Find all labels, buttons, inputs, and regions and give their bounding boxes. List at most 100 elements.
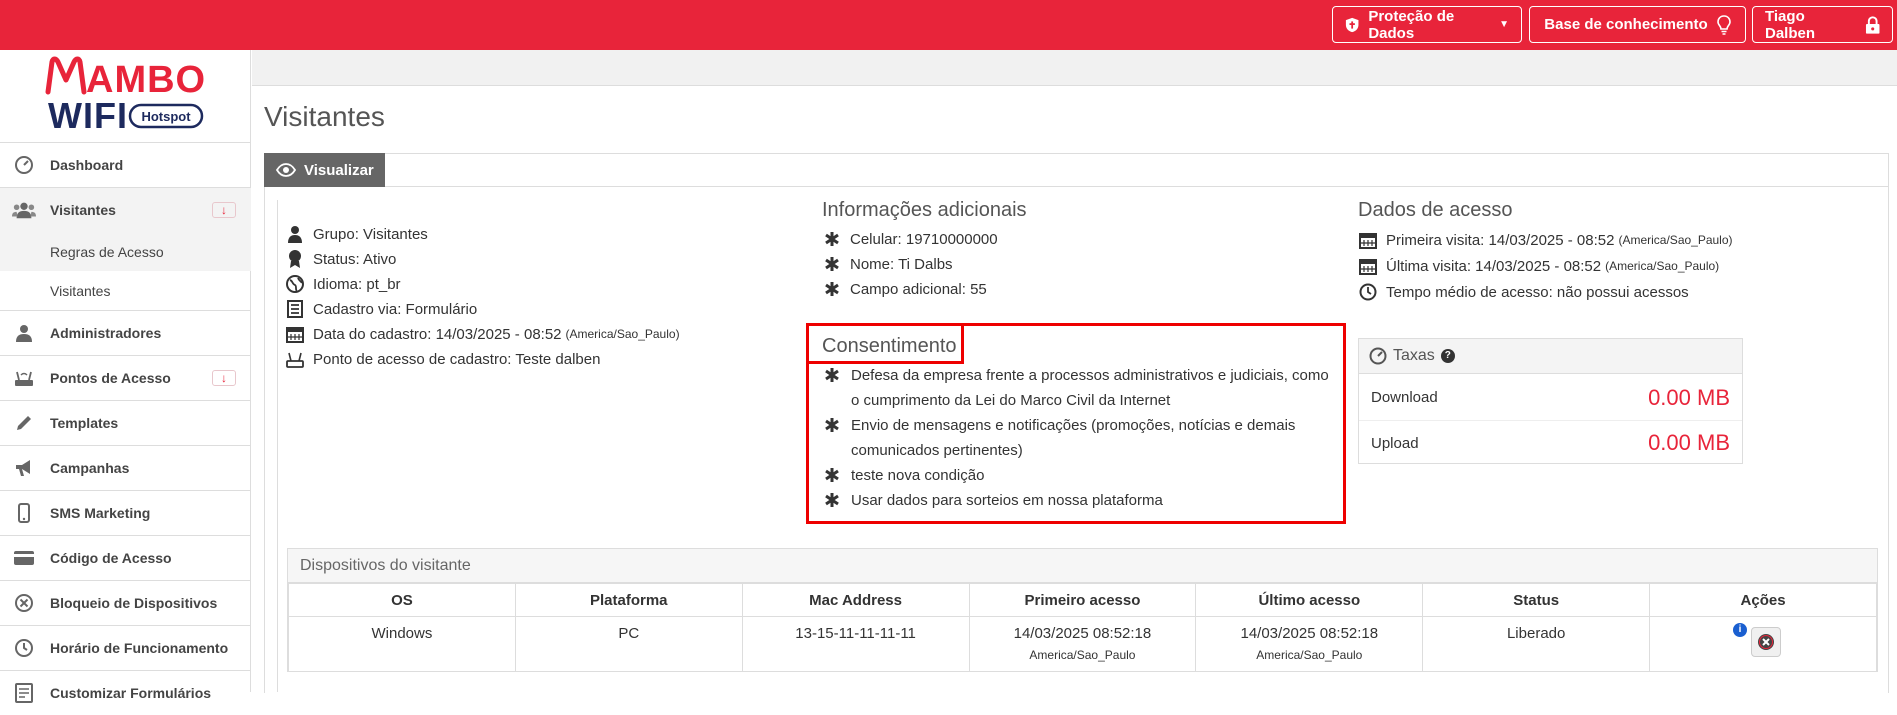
sidebar-item-label: Dashboard xyxy=(50,157,124,173)
cell-status: Liberado xyxy=(1422,616,1651,672)
visitor-status-text: Status: Ativo xyxy=(313,250,397,268)
column-header[interactable]: Mac Address xyxy=(741,583,970,617)
user-menu-button[interactable]: Tiago Dalben xyxy=(1752,6,1893,43)
sidebar-item-bloqueio[interactable]: Bloqueio de Dispositivos xyxy=(0,580,251,625)
column-header: Ações xyxy=(1649,583,1877,617)
users-icon xyxy=(12,200,36,220)
knowledge-base-label: Base de conhecimento xyxy=(1544,16,1708,33)
access-first-tz: (America/Sao_Paulo) xyxy=(1618,233,1733,247)
dashboard-icon xyxy=(12,155,36,175)
subitem-label: Regras de Acesso xyxy=(50,243,164,260)
additional-extra-text: Campo adicional: 55 xyxy=(850,280,987,298)
sidebar-item-codigo[interactable]: Código de Acesso xyxy=(0,535,251,580)
sidebar-item-label: Visitantes xyxy=(50,202,116,218)
cell-actions: i xyxy=(1649,616,1877,672)
consent-item-text: Envio de mensagens e notificações (promo… xyxy=(851,417,1296,459)
expand-arrow-icon[interactable]: ↓ xyxy=(212,202,236,218)
expand-arrow-icon[interactable]: ↓ xyxy=(212,370,236,386)
column-header[interactable]: OS xyxy=(288,583,516,617)
sidebar-item-visitantes[interactable]: Visitantes ↓ xyxy=(0,187,251,232)
info-icon[interactable]: i xyxy=(1733,623,1748,637)
additional-name: Nome: Ti Dalbs xyxy=(822,254,953,274)
visitor-registration-text: Cadastro via: Formulário xyxy=(313,300,478,318)
consent-item: Defesa da empresa frente a processos adm… xyxy=(824,363,1344,413)
data-protection-label: Proteção de Dados xyxy=(1368,7,1455,42)
sidebar-item-label: Templates xyxy=(50,415,119,431)
visitor-date: Data do cadastro: 14/03/2025 - 08:52 (Am… xyxy=(285,324,680,344)
brand-logo[interactable]: AMBO WIFI Hotspot xyxy=(0,50,251,142)
rates-download-row: Download 0.00 MB xyxy=(1359,375,1742,420)
remove-device-button[interactable] xyxy=(1751,627,1782,657)
shield-icon xyxy=(1345,17,1359,32)
sidebar-item-label: Bloqueio de Dispositivos xyxy=(50,595,218,611)
user-icon xyxy=(285,224,305,244)
column-header[interactable]: Status xyxy=(1422,583,1651,617)
sidebar-subitem-regras[interactable]: Regras de Acesso xyxy=(0,232,251,271)
knowledge-base-button[interactable]: Base de conhecimento xyxy=(1529,6,1746,43)
access-last-text: Última visita: 14/03/2025 - 08:52 xyxy=(1386,257,1602,275)
sidebar-item-sms[interactable]: SMS Marketing xyxy=(0,490,251,535)
close-circle-icon xyxy=(1758,634,1775,650)
calendar-icon xyxy=(1358,256,1378,276)
calendar-icon xyxy=(1358,230,1378,250)
content-top-strip xyxy=(252,50,1897,86)
first-access-value: 14/03/2025 08:52:18 xyxy=(1013,625,1152,642)
card-icon xyxy=(12,548,36,568)
additional-extra: Campo adicional: 55 xyxy=(822,279,987,299)
sidebar-item-horario[interactable]: Horário de Funcionamento xyxy=(0,625,251,670)
table-header-row: OS Plataforma Mac Address Primeiro acess… xyxy=(288,583,1877,617)
sidebar-item-label: Campanhas xyxy=(50,460,130,476)
divider xyxy=(385,186,1889,187)
first-access-tz: America/Sao_Paulo xyxy=(1029,648,1136,662)
caret-down-icon: ▼ xyxy=(1499,19,1509,30)
divider xyxy=(277,200,278,692)
access-first-text: Primeira visita: 14/03/2025 - 08:52 xyxy=(1386,231,1615,249)
column-header[interactable]: Primeiro acesso xyxy=(968,583,1197,617)
cell-platform: PC xyxy=(514,616,743,672)
user-icon xyxy=(12,323,36,343)
brand-badge: Hotspot xyxy=(141,109,191,124)
rates-upload-row: Upload 0.00 MB xyxy=(1359,420,1742,465)
visitor-date-text: Data do cadastro: 14/03/2025 - 08:52 xyxy=(313,325,562,343)
sidebar-item-templates[interactable]: Templates xyxy=(0,400,251,445)
cell-first-access: 14/03/2025 08:52:18 America/Sao_Paulo xyxy=(968,616,1197,672)
access-first-visit: Primeira visita: 14/03/2025 - 08:52 (Ame… xyxy=(1358,230,1733,250)
additional-info-title: Informações adicionais xyxy=(822,199,1027,221)
rates-panel: Taxas ? Download 0.00 MB Upload 0.00 MB xyxy=(1358,338,1743,464)
speedometer-icon xyxy=(1369,347,1387,365)
sidebar-item-label: Administradores xyxy=(50,325,162,341)
router-icon xyxy=(285,349,305,369)
top-bar: Proteção de Dados ▼ Base de conhecimento… xyxy=(0,0,1897,50)
sidebar-item-administradores[interactable]: Administradores xyxy=(0,310,251,355)
consent-item-text: teste nova condição xyxy=(851,467,985,484)
visitor-status: Status: Ativo xyxy=(285,249,396,269)
sidebar-subitem-visitantes[interactable]: Visitantes xyxy=(0,271,251,310)
phone-icon xyxy=(12,503,36,523)
sidebar-item-dashboard[interactable]: Dashboard xyxy=(0,142,251,187)
tab-visualizar[interactable]: Visualizar xyxy=(264,153,385,187)
devices-panel: Dispositivos do visitante OS Plataforma … xyxy=(287,548,1878,672)
asterisk-icon xyxy=(824,466,842,484)
sidebar-item-label: Código de Acesso xyxy=(50,550,172,566)
download-label: Download xyxy=(1371,389,1438,406)
sidebar-item-campanhas[interactable]: Campanhas xyxy=(0,445,251,490)
lock-icon xyxy=(1865,15,1880,34)
sidebar-item-label: Customizar Formulários xyxy=(50,685,212,701)
sidebar-item-pontos[interactable]: Pontos de Acesso ↓ xyxy=(0,355,251,400)
globe-icon xyxy=(285,274,305,294)
visitor-language: Idioma: pt_br xyxy=(285,274,401,294)
data-protection-button[interactable]: Proteção de Dados ▼ xyxy=(1332,6,1522,43)
last-access-value: 14/03/2025 08:52:18 xyxy=(1240,625,1379,642)
additional-phone-text: Celular: 19710000000 xyxy=(850,230,998,248)
asterisk-icon xyxy=(822,254,842,274)
access-last-visit: Última visita: 14/03/2025 - 08:52 (Ameri… xyxy=(1358,256,1719,276)
column-header[interactable]: Plataforma xyxy=(514,583,743,617)
additional-phone: Celular: 19710000000 xyxy=(822,229,998,249)
asterisk-icon xyxy=(822,279,842,299)
help-icon[interactable]: ? xyxy=(1440,349,1455,363)
asterisk-icon xyxy=(824,491,842,509)
sidebar-item-customizar[interactable]: Customizar Formulários xyxy=(0,670,251,715)
rates-title: Taxas xyxy=(1393,347,1435,364)
column-header[interactable]: Último acesso xyxy=(1195,583,1424,617)
access-last-tz: (America/Sao_Paulo) xyxy=(1605,259,1720,273)
